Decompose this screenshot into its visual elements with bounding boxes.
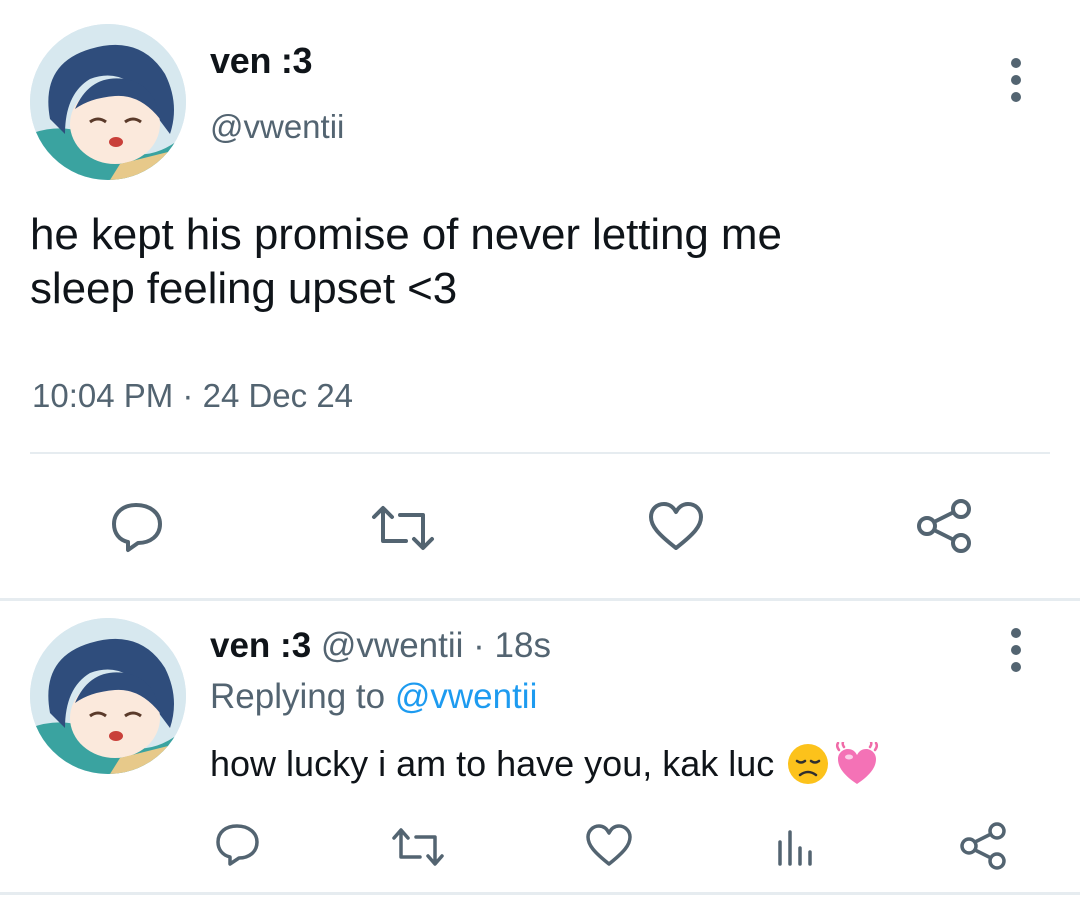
reply-reply-button[interactable]: [212, 822, 262, 873]
divider: [30, 452, 1050, 454]
replying-to-prefix: Replying to: [210, 677, 386, 716]
tweet-date: 24 Dec 24: [202, 377, 354, 414]
reply-age[interactable]: 18s: [495, 626, 551, 665]
tweet-text: he kept his promise of never letting me …: [30, 208, 1050, 316]
author-handle[interactable]: @vwentii: [210, 108, 344, 146]
reply-retweet-button[interactable]: [389, 826, 447, 873]
disappointed-face-emoji: [788, 744, 829, 784]
replying-to-handle[interactable]: @vwentii: [395, 677, 538, 716]
reply-like-button[interactable]: [584, 823, 634, 874]
more-icon: [1011, 628, 1021, 638]
avatar[interactable]: [30, 24, 186, 180]
tweet-time: 10:04 PM: [32, 377, 174, 414]
replying-to: Replying to @vwentii: [210, 677, 537, 717]
reply-avatar[interactable]: [30, 618, 186, 774]
views-icon: [778, 830, 812, 866]
tweet-text-line: sleep feeling upset <3: [30, 264, 458, 313]
tweet-timestamp[interactable]: 10:04 PM · 24 Dec 24: [32, 377, 353, 415]
reply-views-button[interactable]: [776, 824, 816, 873]
reply-button[interactable]: [106, 500, 166, 559]
reply-more-options-button[interactable]: [1006, 628, 1026, 672]
share-button[interactable]: [914, 497, 974, 560]
retweet-icon: [372, 506, 434, 550]
tweet-text-line: he kept his promise of never letting me: [30, 210, 782, 259]
reply-share-button[interactable]: [958, 821, 1008, 876]
reply-icon: [112, 503, 162, 552]
beating-heart-emoji: [836, 742, 879, 784]
reply-text: how lucky i am to have you, kak luc: [210, 742, 880, 786]
like-icon: [649, 502, 703, 550]
retweet-icon: [392, 828, 444, 866]
more-options-button[interactable]: [1006, 58, 1026, 102]
reply-text-content: how lucky i am to have you, kak luc: [210, 743, 775, 784]
separator: ·: [473, 626, 485, 665]
retweet-button[interactable]: [368, 503, 438, 558]
more-icon: [1011, 58, 1021, 68]
author-name[interactable]: ven :3: [210, 40, 313, 82]
reply-header: ven :3 @vwentii · 18s: [210, 626, 551, 666]
divider: [0, 598, 1080, 601]
like-button[interactable]: [646, 500, 706, 559]
like-icon: [586, 824, 632, 866]
divider: [0, 892, 1080, 895]
reply-author-name[interactable]: ven :3: [210, 626, 311, 665]
share-icon: [917, 499, 971, 553]
reply-author-handle[interactable]: @vwentii: [321, 626, 464, 665]
share-icon: [960, 822, 1006, 870]
separator: ·: [182, 377, 194, 414]
reply-icon: [216, 824, 259, 866]
